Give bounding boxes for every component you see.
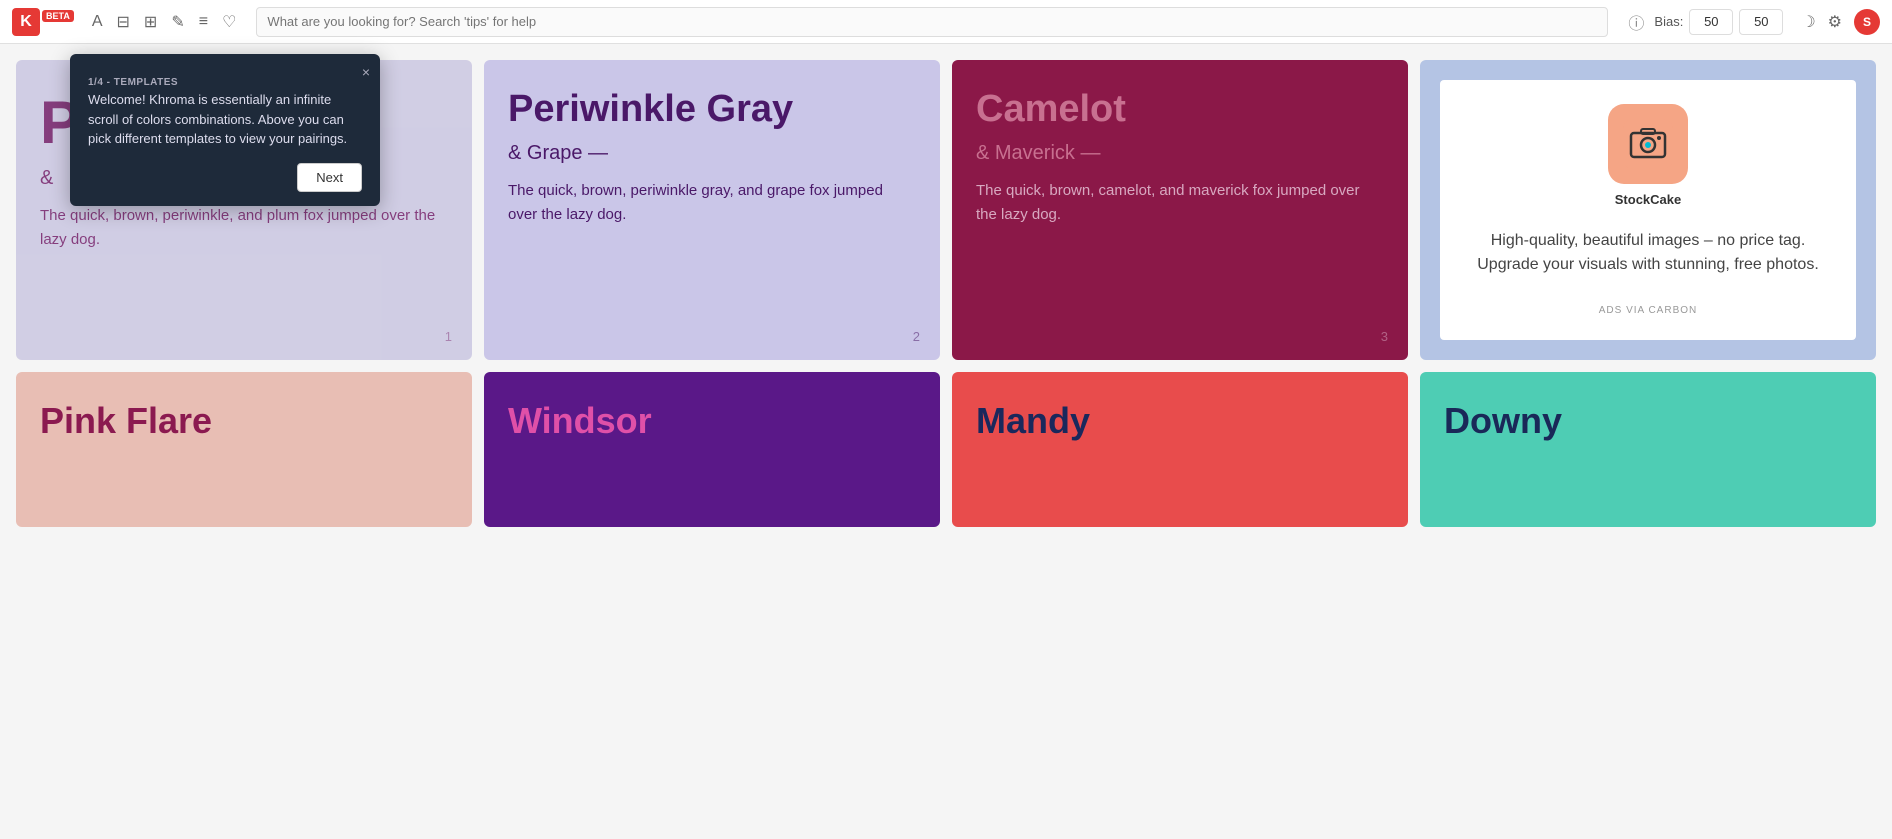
downy-title: Downy [1444, 400, 1852, 441]
bias-input-2[interactable] [1739, 9, 1783, 35]
card-3-number: 3 [1381, 329, 1388, 344]
card-1-number: 1 [445, 329, 452, 344]
avatar[interactable]: S [1854, 9, 1880, 35]
tooltip-step: 1/4 - TEMPLATES [88, 77, 178, 88]
bias-label: Bias: [1654, 14, 1683, 29]
bottom-card-mandy[interactable]: Mandy [952, 372, 1408, 527]
bottom-card-pink-flare[interactable]: Pink Flare [16, 372, 472, 527]
ad-brand-name: StockCake [1615, 192, 1681, 207]
settings-icon[interactable]: ⚙ [1828, 12, 1842, 32]
main-content: 1/4 - TEMPLATES × Welcome! Khroma is ess… [0, 44, 1892, 543]
tooltip-close-button[interactable]: × [362, 64, 370, 80]
bottom-grid: Pink Flare Windsor Mandy Downy [16, 372, 1876, 527]
pen-icon[interactable]: ✎ [171, 12, 184, 32]
card-3-subtitle: & Maverick — [976, 142, 1384, 165]
font-icon[interactable]: A [92, 13, 103, 31]
pink-flare-title: Pink Flare [40, 400, 448, 441]
color-card-2[interactable]: Periwinkle Gray & Grape — The quick, bro… [484, 60, 940, 360]
windsor-title: Windsor [508, 400, 916, 441]
ad-footer: ADS VIA CARBON [1599, 305, 1697, 316]
color-card-ad: StockCake High-quality, beautiful images… [1420, 60, 1876, 360]
color-card-3[interactable]: Camelot & Maverick — The quick, brown, c… [952, 60, 1408, 360]
card-1-body: The quick, brown, periwinkle, and plum f… [40, 204, 448, 252]
ad-text: High-quality, beautiful images – no pric… [1460, 211, 1836, 295]
info-icon[interactable]: ⓘ [1628, 10, 1644, 34]
dark-mode-icon[interactable]: ☽ [1801, 12, 1815, 32]
card-2-subtitle: & Grape — [508, 142, 916, 165]
bias-input-1[interactable] [1689, 9, 1733, 35]
layout-icon[interactable]: ⊟ [117, 12, 130, 32]
next-button[interactable]: Next [297, 163, 362, 192]
heart-icon[interactable]: ♡ [222, 12, 236, 32]
tooltip-footer: Next [88, 163, 362, 192]
beta-badge: BETA [42, 10, 74, 22]
bias-section: Bias: [1654, 9, 1783, 35]
mandy-title: Mandy [976, 400, 1384, 441]
card-2-title: Periwinkle Gray [508, 88, 916, 132]
search-input[interactable] [256, 7, 1608, 37]
top-nav: K BETA A ⊟ ⊞ ✎ ≡ ♡ ⓘ Bias: ☽ ⚙ S [0, 0, 1892, 44]
card-2-number: 2 [913, 329, 920, 344]
logo-k[interactable]: K [12, 8, 40, 36]
card-2-body: The quick, brown, periwinkle gray, and g… [508, 179, 916, 227]
tooltip-popup: 1/4 - TEMPLATES × Welcome! Khroma is ess… [70, 54, 380, 206]
nav-icons: A ⊟ ⊞ ✎ ≡ ♡ [92, 12, 237, 32]
bottom-card-windsor[interactable]: Windsor [484, 372, 940, 527]
ad-inner[interactable]: StockCake High-quality, beautiful images… [1440, 80, 1856, 340]
card-3-body: The quick, brown, camelot, and maverick … [976, 179, 1384, 227]
grid-icon[interactable]: ⊞ [144, 12, 157, 32]
ad-logo [1608, 104, 1688, 184]
list-icon[interactable]: ≡ [199, 13, 208, 31]
right-icons: ☽ ⚙ S [1801, 9, 1880, 35]
logo-area: K BETA [12, 8, 74, 36]
tooltip-message: Welcome! Khroma is essentially an infini… [88, 90, 362, 149]
card-3-title: Camelot [976, 88, 1384, 132]
bottom-card-downy[interactable]: Downy [1420, 372, 1876, 527]
